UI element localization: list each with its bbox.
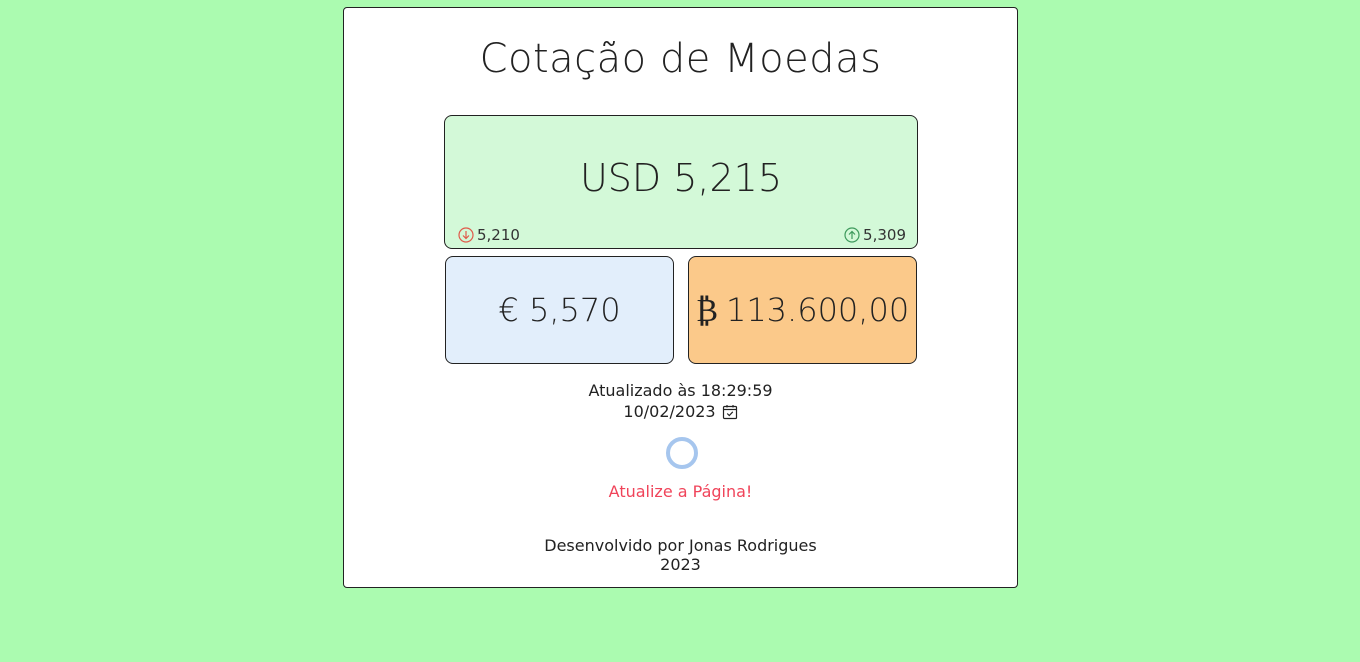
- calendar-check-icon: [722, 404, 737, 419]
- bitcoin-icon: ₿: [695, 291, 718, 329]
- updated-date: 10/02/2023: [623, 402, 716, 421]
- usd-low: 5,210: [458, 226, 520, 244]
- eur-quote-box: € 5,570: [445, 256, 674, 364]
- usd-high-value: 5,309: [863, 226, 906, 244]
- usd-high: 5,309: [844, 226, 906, 244]
- updated-time: Atualizado às 18:29:59: [588, 381, 773, 400]
- btc-quote-box: ₿ 113.600,00: [688, 256, 917, 364]
- usd-value: USD 5,215: [579, 156, 783, 200]
- loading-spinner-icon: [666, 437, 698, 469]
- page-title: Cotação de Moedas: [479, 36, 882, 82]
- arrow-down-circle-icon: [458, 227, 474, 243]
- arrow-up-circle-icon: [844, 227, 860, 243]
- usd-quote-box: USD 5,215 5,210 5,309: [444, 115, 918, 249]
- footer-year: 2023: [660, 555, 701, 574]
- usd-low-value: 5,210: [477, 226, 520, 244]
- footer-credit: Desenvolvido por Jonas Rodrigues: [544, 536, 817, 555]
- updated-date-line: 10/02/2023: [623, 401, 737, 422]
- refresh-message: Atualize a Página!: [608, 482, 753, 501]
- btc-value: 113.600,00: [725, 291, 910, 329]
- quote-card: Cotação de Moedas USD 5,215 5,210 5,309 …: [343, 7, 1018, 588]
- eur-value: € 5,570: [498, 291, 621, 329]
- update-info: Atualizado às 18:29:59 10/02/2023: [344, 380, 1017, 422]
- footer: Desenvolvido por Jonas Rodrigues 2023: [344, 536, 1017, 574]
